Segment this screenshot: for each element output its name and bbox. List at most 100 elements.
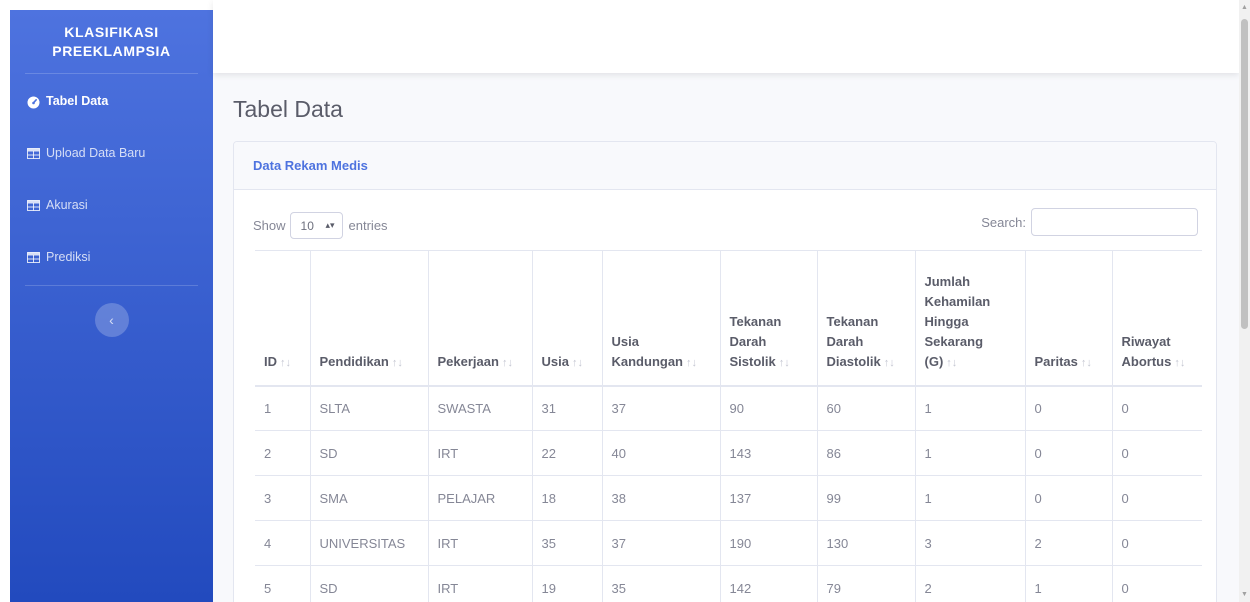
table-cell: 137 (719, 475, 817, 521)
table-cell: PELAJAR (427, 475, 532, 521)
show-label: Show (253, 218, 286, 233)
table-cell: 4 (255, 520, 310, 566)
column-header-label: Tekanan (826, 313, 879, 329)
table-cell: 1 (914, 475, 1025, 521)
search-control: Search: (981, 208, 1198, 236)
page-title: Tabel Data (233, 96, 343, 122)
sidebar-divider (25, 285, 198, 286)
table-row: 3 SMA PELAJAR 18 38 137 99 1 0 0 (255, 475, 1202, 521)
column-header-label: Darah (826, 333, 864, 349)
table-cell: 2 (1024, 520, 1112, 566)
data-card: Data Rekam Medis Show 10 ▴▾ entries Sear… (233, 141, 1217, 602)
scrollbar-thumb[interactable] (1241, 19, 1248, 329)
table-cell: 35 (601, 565, 720, 602)
sidebar-item-label: Akurasi (46, 198, 88, 212)
column-header[interactable]: Usia Kandungan ↑↓ (601, 250, 720, 387)
table-cell: 22 (531, 430, 602, 476)
sidebar-item-akurasi[interactable]: Akurasi (10, 179, 213, 231)
sort-arrows-icon[interactable]: ↑↓ (280, 357, 291, 369)
column-header[interactable]: Usia ↑↓ (531, 250, 602, 387)
table-cell: 79 (816, 565, 915, 602)
sidebar-item-upload-data-baru[interactable]: Upload Data Baru (10, 127, 213, 179)
table-cell: 1 (914, 430, 1025, 476)
table-row: 5 SD IRT 19 35 142 79 2 1 0 (255, 565, 1202, 602)
column-header[interactable]: Pekerjaan ↑↓ (427, 250, 532, 387)
column-header[interactable]: Paritas ↑↓ (1024, 250, 1112, 387)
table-cell: 2 (255, 430, 310, 476)
column-header-label: Hingga (924, 313, 969, 329)
sort-arrows-icon[interactable]: ↑↓ (392, 357, 403, 369)
column-header[interactable]: Riwayat Abortus ↑↓ (1111, 250, 1202, 387)
column-header-label: Sistolik (729, 353, 776, 369)
column-header[interactable]: Tekanan Darah Diastolik ↑↓ (816, 250, 915, 387)
sort-arrows-icon[interactable]: ↑↓ (502, 357, 513, 369)
table-cell: 1 (1024, 565, 1112, 602)
table-cell: 130 (816, 520, 915, 566)
column-header[interactable]: Pendidikan ↑↓ (309, 250, 428, 387)
table-cell: 38 (601, 475, 720, 521)
table-cell: 0 (1111, 565, 1202, 602)
entries-length-control: Show 10 ▴▾ entries (253, 212, 388, 239)
table-cell: 0 (1024, 385, 1112, 431)
sort-arrows-icon[interactable]: ↑↓ (572, 357, 583, 369)
sidebar-item-label: Prediksi (46, 250, 91, 264)
column-header[interactable]: Jumlah Kehamilan Hingga Sekarang (G) ↑↓ (914, 250, 1025, 387)
column-header[interactable]: ID ↑↓ (255, 250, 310, 387)
sidebar-toggle-button[interactable]: ‹ (94, 303, 129, 337)
table-cell: SWASTA (427, 385, 532, 431)
brand-line-1: KLASIFIKASI (64, 23, 159, 40)
page-scrollbar[interactable]: ▲ ▼ (1239, 0, 1250, 602)
sort-arrows-icon[interactable]: ↑↓ (946, 357, 957, 369)
sidebar: KLASIFIKASI PREEKLAMPSIA Tabel Data Uplo… (10, 10, 213, 602)
table-cell: 142 (719, 565, 817, 602)
sort-arrows-icon[interactable]: ↑↓ (779, 357, 790, 369)
column-header-label: Diastolik (826, 353, 881, 369)
sort-arrows-icon[interactable]: ↑↓ (1081, 357, 1092, 369)
table-cell: 0 (1111, 475, 1202, 521)
table-row: 1 SLTA SWASTA 31 37 90 60 1 0 0 (255, 385, 1202, 431)
column-header-label: Pendidikan (319, 353, 389, 369)
table-cell: IRT (427, 520, 532, 566)
column-header-label: Tekanan (729, 313, 782, 329)
column-header[interactable]: Tekanan Darah Sistolik ↑↓ (719, 250, 817, 387)
table-icon (27, 147, 40, 159)
sidebar-item-label: Upload Data Baru (46, 146, 146, 160)
table-cell: 3 (914, 520, 1025, 566)
table-cell: SD (309, 565, 428, 602)
sort-arrows-icon[interactable]: ↑↓ (884, 357, 895, 369)
scroll-up-arrow-icon[interactable]: ▲ (1241, 4, 1248, 12)
search-input[interactable] (1031, 208, 1198, 236)
sidebar-item-prediksi[interactable]: Prediksi (10, 231, 213, 283)
table-cell: 40 (601, 430, 720, 476)
table-cell: IRT (427, 430, 532, 476)
sort-arrows-icon[interactable]: ↑↓ (1174, 357, 1185, 369)
table-cell: SD (309, 430, 428, 476)
data-table: ID ↑↓ Pendidikan ↑↓ Pekerjaan ↑↓ Usia ↑↓ Usia Kan… (255, 250, 1202, 602)
table-cell: 37 (601, 520, 720, 566)
table-row: 2 SD IRT 22 40 143 86 1 0 0 (255, 430, 1202, 476)
brand[interactable]: KLASIFIKASI PREEKLAMPSIA (10, 10, 213, 73)
table-cell: 60 (816, 385, 915, 431)
sidebar-divider (25, 73, 198, 74)
scroll-down-arrow-icon[interactable]: ▼ (1241, 591, 1248, 599)
table-cell: 0 (1111, 430, 1202, 476)
chevron-left-icon: ‹ (109, 312, 114, 328)
column-header-label: Jumlah (924, 273, 971, 289)
updown-arrows-icon: ▴▾ (325, 220, 335, 230)
table-cell: 90 (719, 385, 817, 431)
table-cell: 5 (255, 565, 310, 602)
column-header-label: ID (264, 353, 277, 369)
column-header-label: (G) (924, 353, 944, 369)
table-cell: 18 (531, 475, 602, 521)
sidebar-item-tabel-data[interactable]: Tabel Data (10, 75, 213, 127)
table-controls: Show 10 ▴▾ entries Search: (234, 208, 1216, 239)
entries-select-value: 10 (300, 218, 314, 233)
entries-label: entries (348, 218, 388, 233)
sort-arrows-icon[interactable]: ↑↓ (686, 357, 697, 369)
table-cell: 0 (1111, 520, 1202, 566)
tachometer-icon (27, 96, 40, 108)
table-row: 4 UNIVERSITAS IRT 35 37 190 130 3 2 0 (255, 520, 1202, 566)
entries-select[interactable]: 10 ▴▾ (289, 212, 343, 239)
sidebar-item-label: Tabel Data (46, 94, 109, 108)
table-cell: 86 (816, 430, 915, 476)
